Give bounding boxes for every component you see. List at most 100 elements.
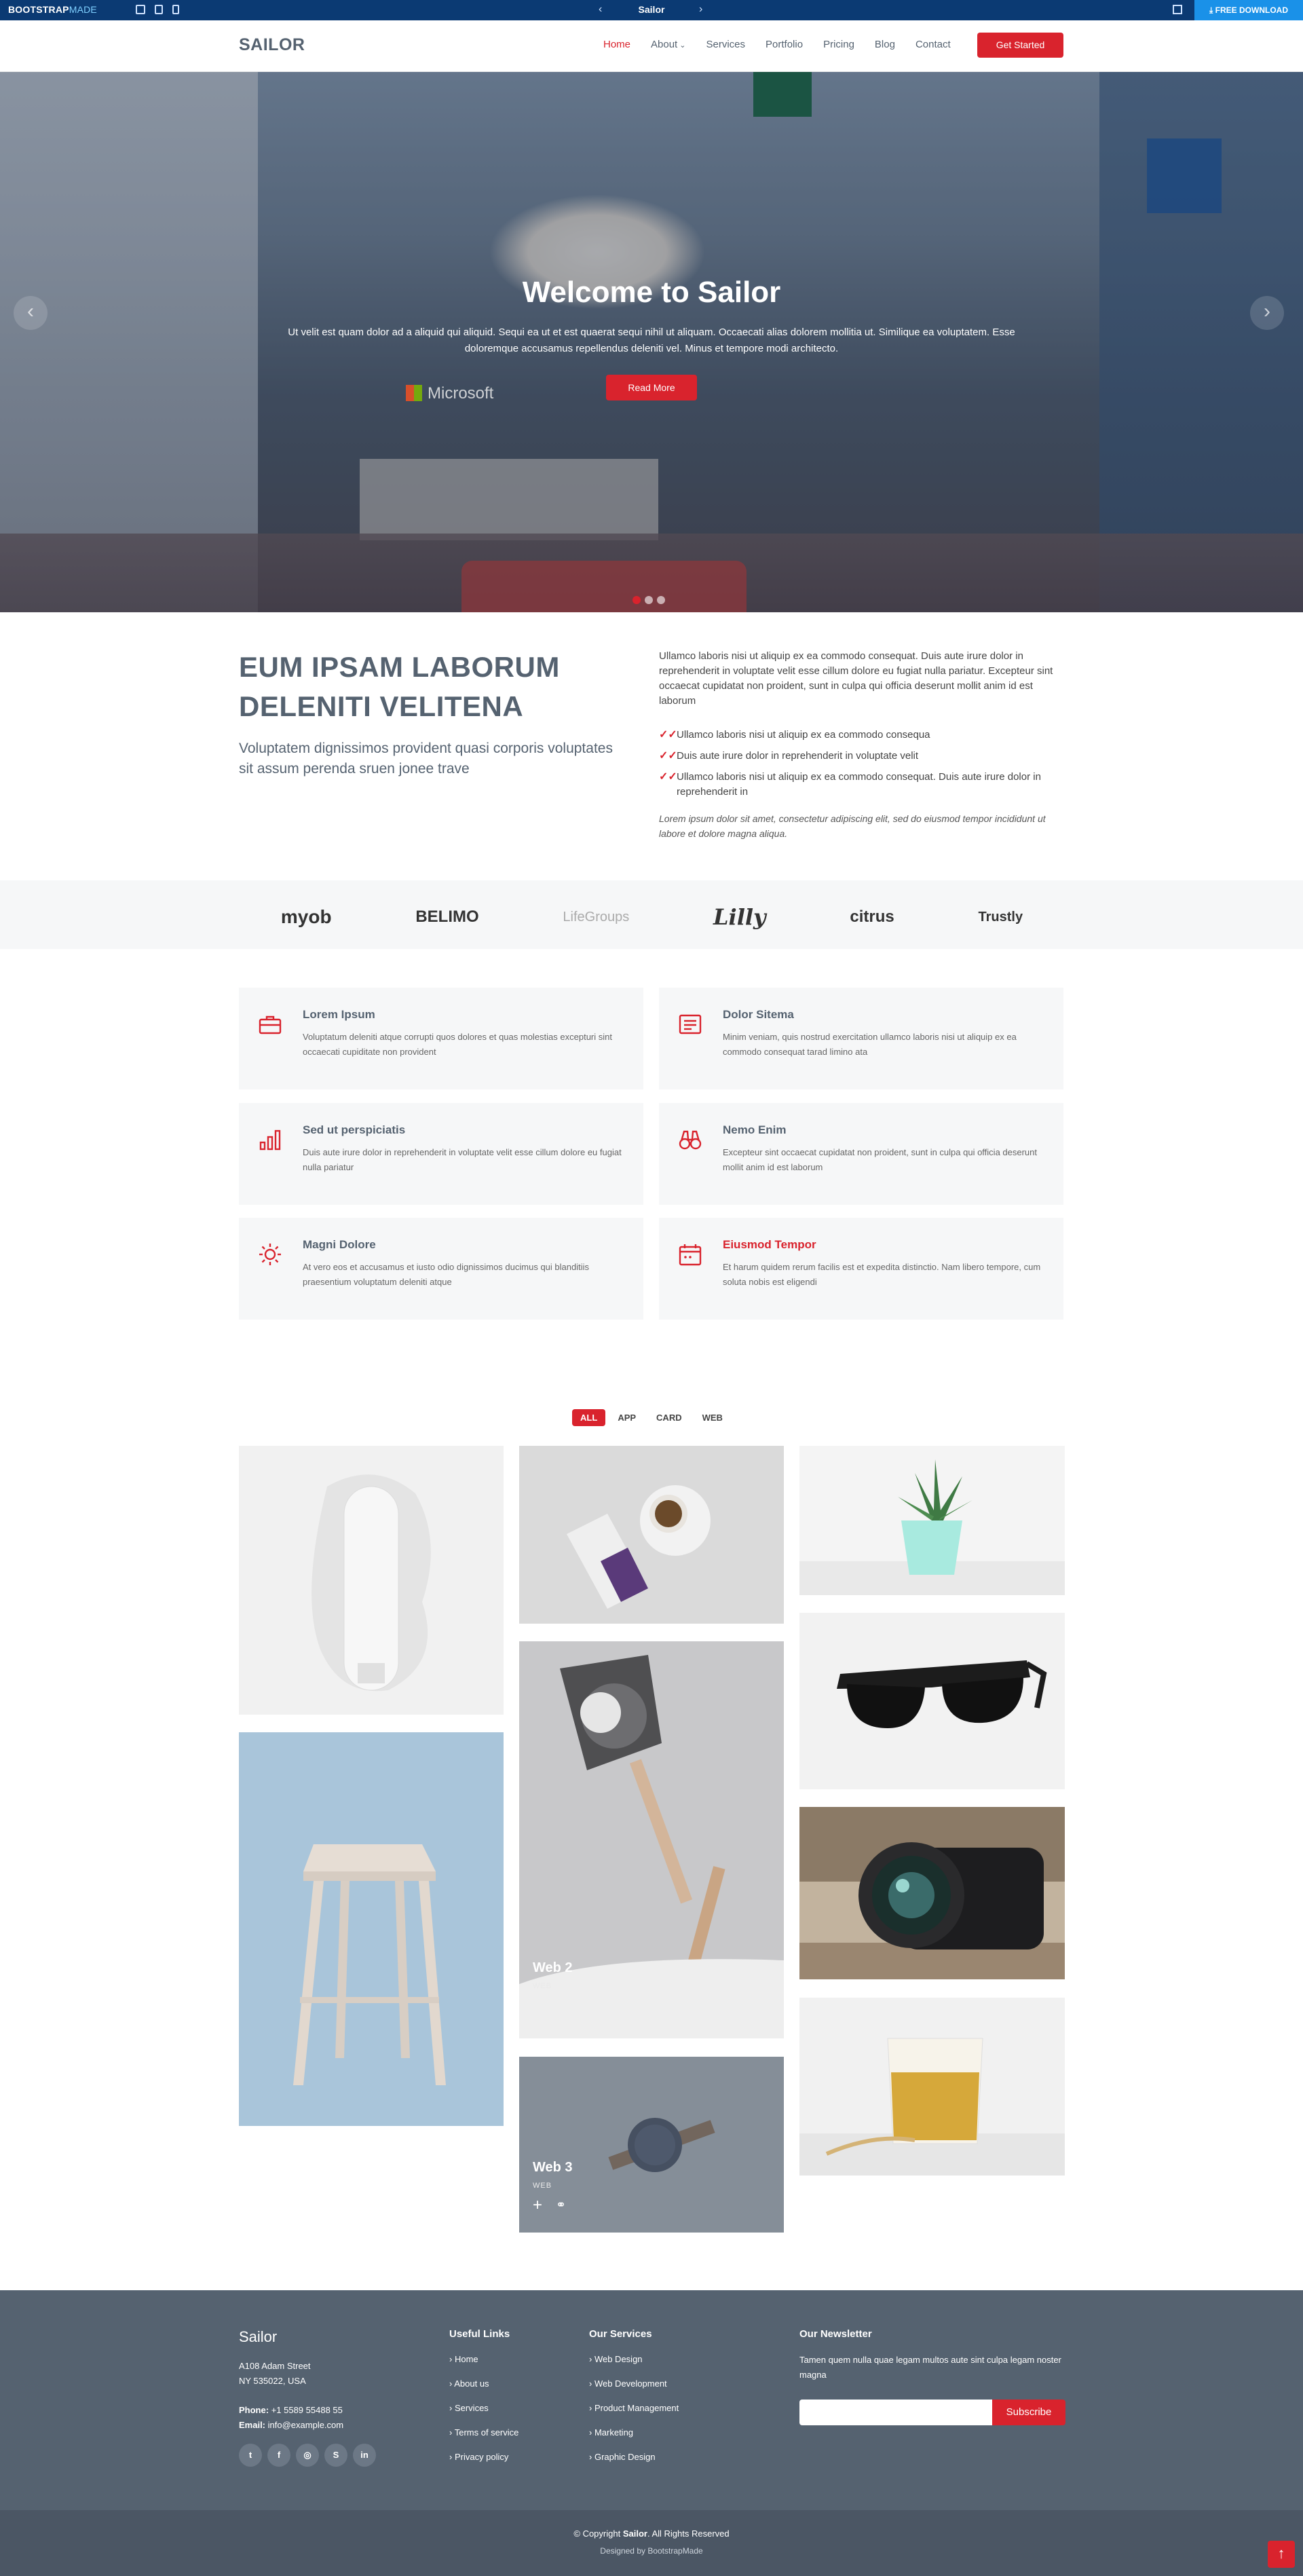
portfolio-image-stool xyxy=(239,1732,504,2126)
credits[interactable]: Designed by BootstrapMade xyxy=(0,2546,1303,2556)
carousel-dot[interactable] xyxy=(632,596,641,604)
nav-blog[interactable]: Blog xyxy=(875,39,895,50)
subscribe-button[interactable]: Subscribe xyxy=(992,2400,1065,2425)
service-card[interactable]: Magni Dolore At vero eos et accusamus et… xyxy=(239,1218,643,1320)
service-title[interactable]: Dolor Sitema xyxy=(723,1008,794,1022)
briefcase-icon xyxy=(259,1015,282,1034)
footer-link-web-development[interactable]: › Web Development xyxy=(589,2376,679,2391)
device-switcher xyxy=(136,5,179,14)
filter-all[interactable]: ALL xyxy=(572,1409,606,1426)
filter-app[interactable]: APP xyxy=(609,1409,644,1426)
desktop-icon[interactable] xyxy=(136,5,145,14)
portfolio-item[interactable] xyxy=(799,1446,1065,1595)
nav-portfolio[interactable]: Portfolio xyxy=(766,39,803,50)
download-label: FREE DOWNLOAD xyxy=(1215,5,1288,15)
service-title[interactable]: Nemo Enim xyxy=(723,1123,787,1137)
filter-web[interactable]: WEB xyxy=(694,1409,731,1426)
site-logo[interactable]: SAILOR xyxy=(239,35,305,55)
instagram-icon[interactable]: ◎ xyxy=(296,2444,319,2467)
footer-link-terms[interactable]: › Terms of service xyxy=(449,2425,518,2440)
carousel-indicators xyxy=(632,596,665,604)
service-card[interactable]: Dolor Sitema Minim veniam, quis nostrud … xyxy=(659,988,1063,1089)
external-link-icon[interactable] xyxy=(1173,5,1182,14)
next-template-icon[interactable]: › xyxy=(699,3,702,16)
facebook-icon[interactable]: f xyxy=(267,2444,290,2467)
prev-template-icon[interactable]: ‹ xyxy=(599,3,602,16)
social-links: t f ◎ S in xyxy=(239,2444,376,2467)
footer-link-graphic-design[interactable]: › Graphic Design xyxy=(589,2450,679,2465)
portfolio-item-title: Web 3 xyxy=(533,2160,573,2175)
footer-link-services[interactable]: › Services xyxy=(449,2401,518,2416)
footer-link-label: Terms of service xyxy=(454,2427,519,2438)
portfolio-item[interactable] xyxy=(239,1732,504,2126)
service-card[interactable]: Lorem Ipsum Voluptatum deleniti atque co… xyxy=(239,988,643,1089)
list-item-text: Duis aute irure dolor in reprehenderit i… xyxy=(677,750,919,762)
carousel-next-icon[interactable]: › xyxy=(1250,296,1284,330)
bootstrapmade-logo[interactable]: BOOTSTRAPMADE xyxy=(8,4,97,15)
service-title[interactable]: Sed ut perspiciatis xyxy=(303,1123,405,1137)
portfolio-item[interactable] xyxy=(239,1446,504,1715)
useful-links: › Home › About us › Services › Terms of … xyxy=(449,2352,518,2474)
footer-link-marketing[interactable]: › Marketing xyxy=(589,2425,679,2440)
nav-contact[interactable]: Contact xyxy=(915,39,951,50)
sun-icon xyxy=(259,1244,281,1265)
portfolio-image-plant xyxy=(799,1446,1065,1595)
portfolio-item[interactable] xyxy=(799,1807,1065,1979)
portfolio-image-lamp xyxy=(519,1641,784,2038)
twitter-icon[interactable]: t xyxy=(239,2444,262,2467)
footer-link-privacy[interactable]: › Privacy policy xyxy=(449,2450,518,2465)
footer-link-label: Graphic Design xyxy=(594,2452,656,2462)
list-item: ✓✓ Ullamco laboris nisi ut aliquip ex ea … xyxy=(659,770,1065,800)
preview-topbar: BOOTSTRAPMADE ‹ Sailor › ⤓ FREE DOWNLOAD xyxy=(0,0,1303,20)
carousel-dot[interactable] xyxy=(657,596,665,604)
footer-link-label: Marketing xyxy=(594,2427,634,2438)
portfolio-item[interactable] xyxy=(519,1446,784,1624)
about-checklist: ✓✓ Ullamco laboris nisi ut aliquip ex ea … xyxy=(659,728,1065,806)
footer-link-about[interactable]: › About us xyxy=(449,2376,518,2391)
nav-pricing[interactable]: Pricing xyxy=(823,39,854,50)
footer-link-product-management[interactable]: › Product Management xyxy=(589,2401,679,2416)
zoom-plus-icon[interactable]: + xyxy=(533,2196,542,2215)
service-title[interactable]: Eiusmod Tempor xyxy=(723,1238,816,1252)
portfolio-item-category: WEB xyxy=(533,1982,552,1990)
newsletter-email-input[interactable] xyxy=(799,2400,992,2425)
tablet-icon[interactable] xyxy=(155,5,163,14)
carousel-prev-icon[interactable]: ‹ xyxy=(14,296,48,330)
footer-link-label: Services xyxy=(454,2403,489,2413)
nav-home[interactable]: Home xyxy=(603,39,630,50)
checklist-icon xyxy=(679,1014,702,1034)
service-title[interactable]: Magni Dolore xyxy=(303,1238,376,1252)
free-download-button[interactable]: ⤓ FREE DOWNLOAD xyxy=(1194,0,1303,20)
read-more-button[interactable]: Read More xyxy=(606,375,697,400)
client-logos: myob BELIMO LifeGroups Lilly citrus Trus… xyxy=(239,904,1065,930)
link-icon[interactable]: ⚭ xyxy=(556,2198,566,2212)
service-title[interactable]: Lorem Ipsum xyxy=(303,1008,375,1022)
client-logo-belimo: BELIMO xyxy=(415,908,479,926)
hero-text: Ut velit est quam dolor ad a aliquid qui… xyxy=(288,326,1015,354)
portfolio-item[interactable] xyxy=(799,1613,1065,1789)
mobile-icon[interactable] xyxy=(172,5,179,14)
about-subheading: Voluptatem dignissimos provident quasi c… xyxy=(239,741,613,777)
service-card[interactable]: Sed ut perspiciatis Duis aute irure dolo… xyxy=(239,1103,643,1205)
footer-link-label: Privacy policy xyxy=(454,2452,509,2462)
service-card[interactable]: Eiusmod Tempor Et harum quidem rerum fac… xyxy=(659,1218,1063,1320)
portfolio-item[interactable]: Web 2 WEB xyxy=(519,1641,784,2038)
filter-card[interactable]: CARD xyxy=(648,1409,690,1426)
get-started-button[interactable]: Get Started xyxy=(977,33,1063,58)
linkedin-icon[interactable]: in xyxy=(353,2444,376,2467)
double-check-icon: ✓✓ xyxy=(659,750,677,762)
footer-link-home[interactable]: › Home xyxy=(449,2352,518,2367)
nav-about[interactable]: About xyxy=(651,39,685,50)
footer-link-web-design[interactable]: › Web Design xyxy=(589,2352,679,2367)
carousel-dot[interactable] xyxy=(645,596,653,604)
phone-label: Phone: xyxy=(239,2405,269,2415)
back-to-top-button[interactable]: ↑ xyxy=(1268,2541,1295,2568)
skype-icon[interactable]: S xyxy=(324,2444,347,2467)
portfolio-item[interactable] xyxy=(799,1998,1065,2176)
email-value[interactable]: info@example.com xyxy=(268,2420,343,2430)
phone-value[interactable]: +1 5589 55488 55 xyxy=(271,2405,343,2415)
nav-services[interactable]: Services xyxy=(706,39,746,50)
copyright-brand: Sailor xyxy=(622,2528,647,2539)
service-card[interactable]: Nemo Enim Excepteur sint occaecat cupida… xyxy=(659,1103,1063,1205)
portfolio-item[interactable]: Web 3 WEB + ⚭ xyxy=(519,2057,784,2233)
